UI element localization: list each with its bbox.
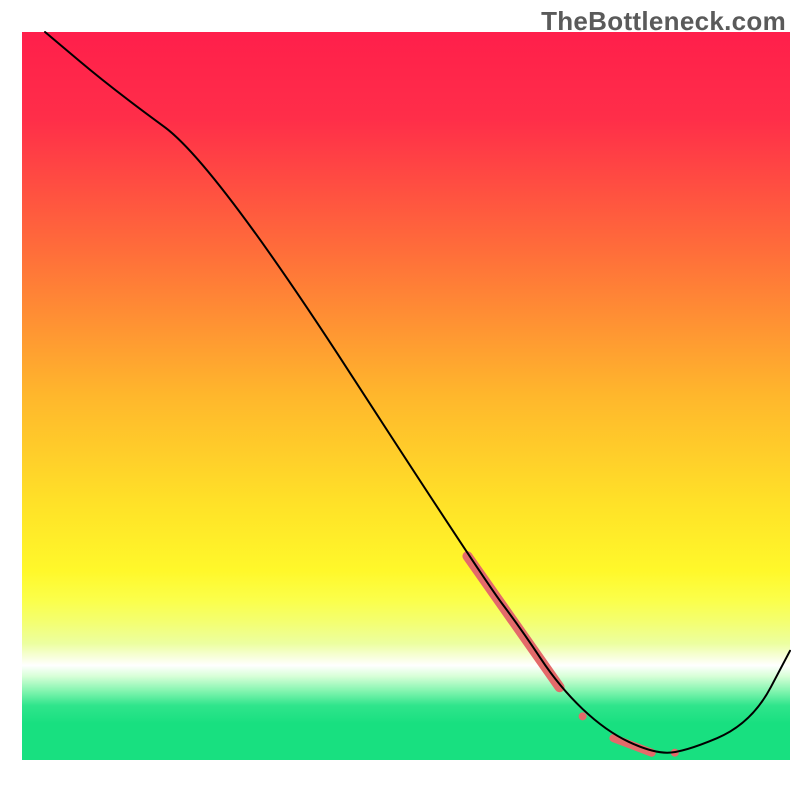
chart-canvas: [0, 0, 800, 800]
watermark-text: TheBottleneck.com: [541, 6, 786, 37]
highlight-dot: [579, 712, 587, 720]
plot-background: [22, 32, 790, 760]
bottleneck-chart: TheBottleneck.com: [0, 0, 800, 800]
